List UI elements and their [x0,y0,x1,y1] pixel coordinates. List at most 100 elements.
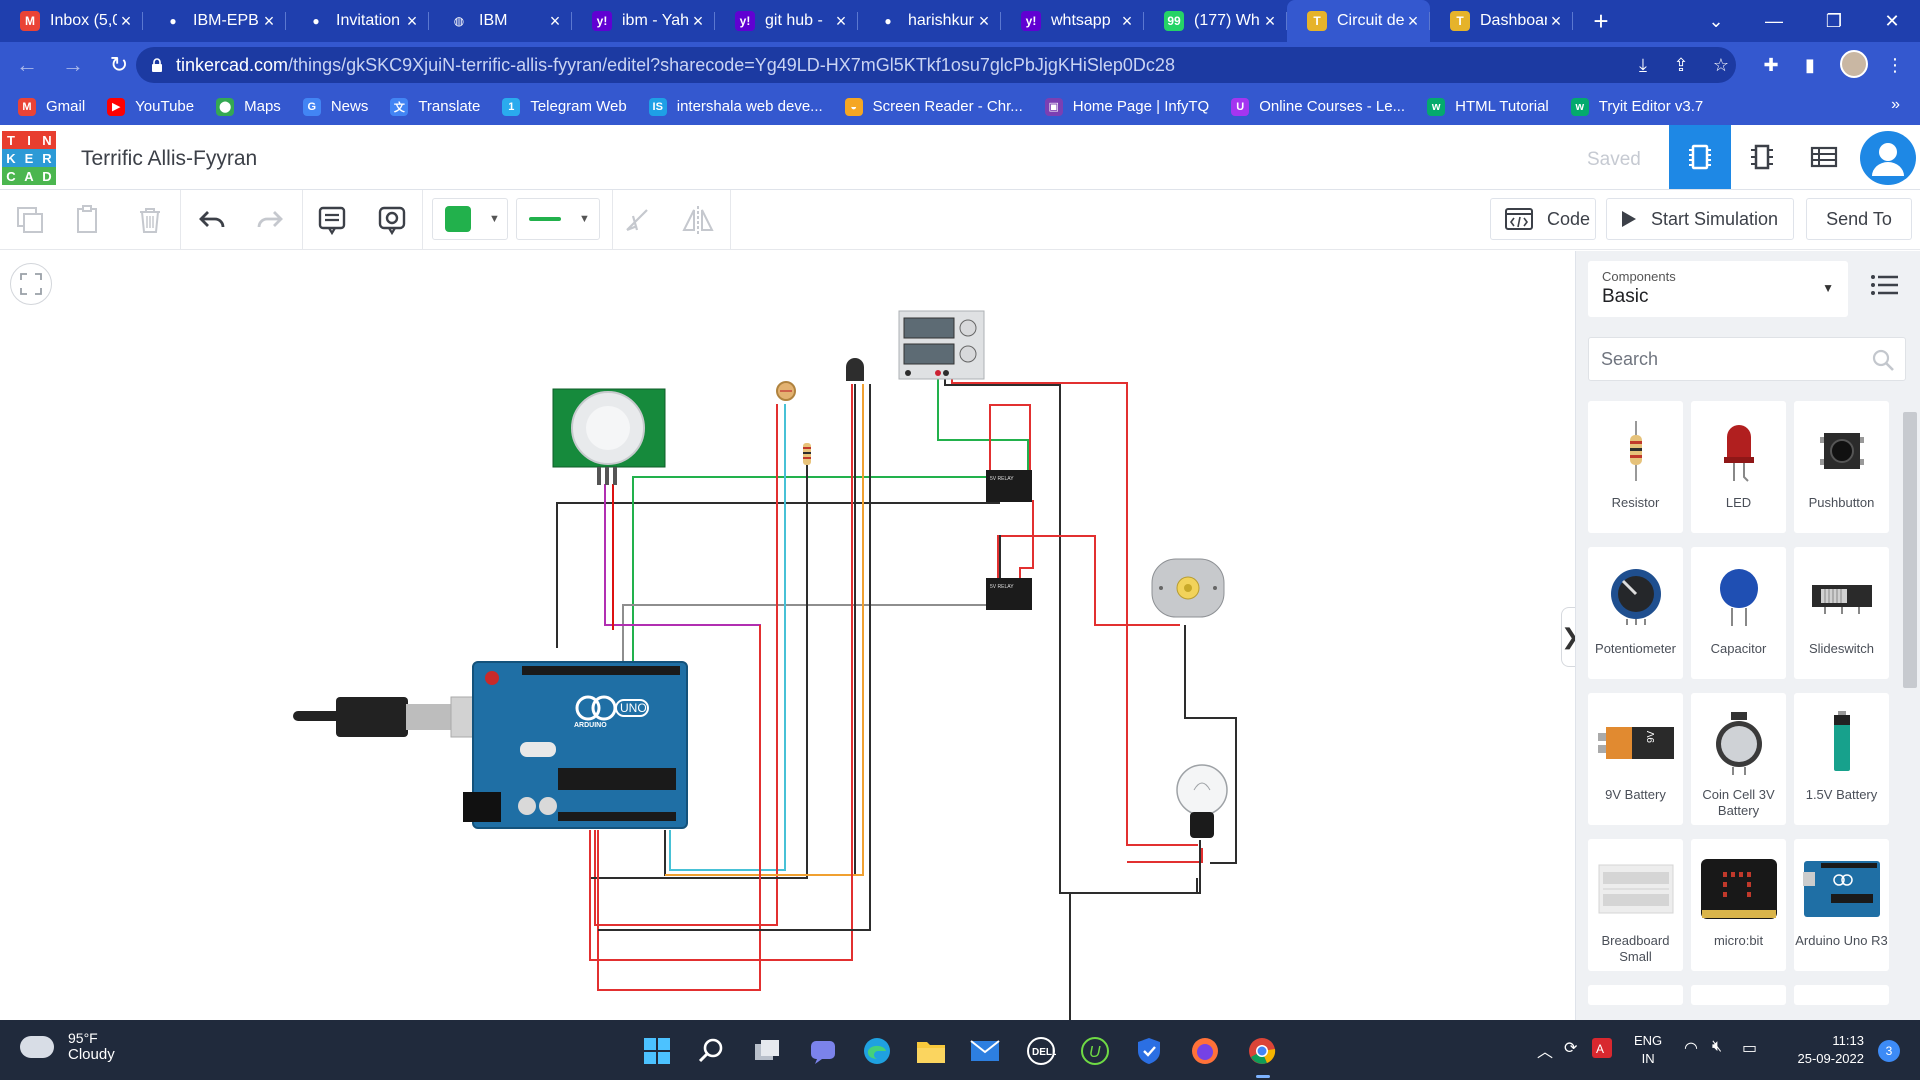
browser-tab[interactable]: T Dashboar × [1430,0,1573,42]
component-card[interactable]: Capacitor [1691,547,1786,679]
relay[interactable]: 5V RELAY [986,470,1032,502]
project-title[interactable]: Terrific Allis-Fyyran [81,147,257,171]
browser-tab[interactable]: M Inbox (5,0 × [0,0,143,42]
file-explorer-button[interactable] [912,1032,950,1070]
notes-button[interactable] [312,200,352,240]
taskbar-search-button[interactable] [692,1032,730,1070]
color-picker[interactable]: ▼ [432,198,508,240]
upwork-app-button[interactable]: U [1076,1032,1114,1070]
relay[interactable]: 5V RELAY [986,578,1032,610]
edge-browser-button[interactable] [858,1032,896,1070]
security-app-button[interactable] [1130,1032,1168,1070]
install-icon[interactable]: ⤓ [1628,50,1658,80]
teams-chat-button[interactable] [804,1032,842,1070]
browser-tab[interactable]: ● IBM-EPBL× [143,0,286,42]
start-simulation-button[interactable]: Start Simulation [1606,198,1794,240]
browser-tab[interactable]: T Circuit de × [1287,0,1430,42]
side-panel-icon[interactable]: ▮ [1795,50,1825,80]
browser-tab[interactable]: y! ibm - Yah × [572,0,715,42]
light-bulb[interactable] [1176,764,1228,838]
bookmark-item[interactable]: ⬤ Maps [216,97,281,116]
browser-tab[interactable]: ◍ IBM × [429,0,572,42]
delete-button[interactable] [130,200,170,240]
bookmark-item[interactable]: w Tryit Editor v3.7 [1570,97,1703,116]
more-bookmarks-icon[interactable]: » [1891,96,1900,114]
dc-motor[interactable] [1151,558,1225,618]
bookmark-item[interactable]: IS intershala web deve... [648,97,823,116]
rotate-button[interactable] [617,200,657,240]
circuit-canvas[interactable]: 5V RELAY 5V RELAY UNO ARDUINO [0,251,1575,1020]
arduino-uno-board[interactable]: UNO ARDUINO [463,661,688,829]
wire-type-picker[interactable]: ▼ [516,198,600,240]
input-language-indicator[interactable]: ENG IN [1634,1032,1662,1068]
notification-badge[interactable]: 3 [1878,1040,1900,1062]
copy-button[interactable] [10,200,50,240]
browser-tab[interactable]: y! git hub - × [715,0,858,42]
component-search[interactable] [1588,337,1906,381]
components-category-dropdown[interactable]: Components Basic ▼ [1588,261,1848,317]
pir-sensor[interactable] [552,388,666,485]
code-button[interactable]: Code [1490,198,1596,240]
chrome-button[interactable] [1243,1032,1281,1078]
component-card[interactable]: Resistor [1588,401,1683,533]
paste-button[interactable] [68,200,108,240]
start-button[interactable] [638,1032,676,1070]
bookmark-item[interactable]: 1 Telegram Web [502,97,627,116]
bookmark-item[interactable]: 文 Translate [390,97,480,116]
close-window-button[interactable]: ✕ [1862,0,1920,42]
close-tab-icon[interactable]: × [832,11,850,32]
temperature-sensor[interactable] [846,358,864,381]
component-card[interactable] [1691,985,1786,1005]
mail-button[interactable] [966,1032,1004,1070]
tray-app-icon[interactable]: A [1592,1038,1612,1063]
show-hidden-icons-button[interactable]: ︿ [1537,1038,1553,1062]
close-tab-icon[interactable]: × [1404,11,1422,32]
component-card[interactable] [1794,985,1889,1005]
task-view-button[interactable] [748,1032,786,1070]
bookmark-item[interactable]: ◒ Screen Reader - Chr... [844,97,1023,116]
dell-app-button[interactable]: DELL [1022,1032,1060,1070]
bookmark-item[interactable]: G News [302,97,368,116]
send-to-button[interactable]: Send To [1806,198,1912,240]
component-card[interactable]: Slideswitch [1794,547,1889,679]
component-card[interactable] [1588,985,1683,1005]
system-clock[interactable]: 11:13 25-09-2022 [1780,1032,1865,1068]
bookmark-item[interactable]: M Gmail [18,97,85,116]
bookmark-item[interactable]: U Online Courses - Le... [1231,97,1405,116]
firefox-button[interactable] [1186,1032,1224,1070]
redo-button[interactable] [250,200,290,240]
weather-widget[interactable]: 95°F Cloudy [20,1030,115,1063]
volume-icon[interactable]: 🔇︎ [1712,1038,1722,1056]
close-tab-icon[interactable]: × [1118,11,1136,32]
list-view-button[interactable] [1870,273,1900,301]
tab-search-icon[interactable]: ⌄ [1686,0,1746,42]
close-tab-icon[interactable]: × [260,11,278,32]
photoresistor[interactable] [776,381,796,401]
close-tab-icon[interactable]: × [689,11,707,32]
close-tab-icon[interactable]: × [546,11,564,32]
component-card[interactable]: 9V 9V Battery [1588,693,1683,825]
component-card[interactable]: LED [1691,401,1786,533]
bookmark-item[interactable]: w HTML Tutorial [1427,97,1549,116]
browser-tab[interactable]: 99 (177) Wh × [1144,0,1287,42]
component-card[interactable]: micro:bit [1691,839,1786,971]
component-card[interactable]: 1.5V Battery [1794,693,1889,825]
schematic-view-button[interactable] [1731,125,1793,189]
share-icon[interactable]: ⇪ [1666,50,1696,80]
minimize-button[interactable]: — [1744,0,1804,42]
reload-button[interactable]: ↻ [100,46,138,84]
component-card[interactable]: Potentiometer [1588,547,1683,679]
new-tab-button[interactable]: + [1581,6,1621,37]
component-card[interactable]: Pushbutton [1794,401,1889,533]
component-list-button[interactable] [1793,125,1855,189]
undo-button[interactable] [192,200,232,240]
component-card[interactable]: Breadboard Small [1588,839,1683,971]
tinkercad-logo[interactable]: TINKERCAD [2,131,56,185]
back-button[interactable]: ← [8,46,46,84]
circuit-view-button[interactable] [1669,125,1731,189]
chrome-menu-icon[interactable]: ⋮ [1880,50,1910,80]
circuit-diagram[interactable]: 5V RELAY 5V RELAY UNO ARDUINO [0,251,1560,1020]
maximize-button[interactable]: ❐ [1804,0,1864,42]
component-card[interactable]: Arduino Uno R3 [1794,839,1889,971]
panel-scrollbar-thumb[interactable] [1903,412,1917,688]
